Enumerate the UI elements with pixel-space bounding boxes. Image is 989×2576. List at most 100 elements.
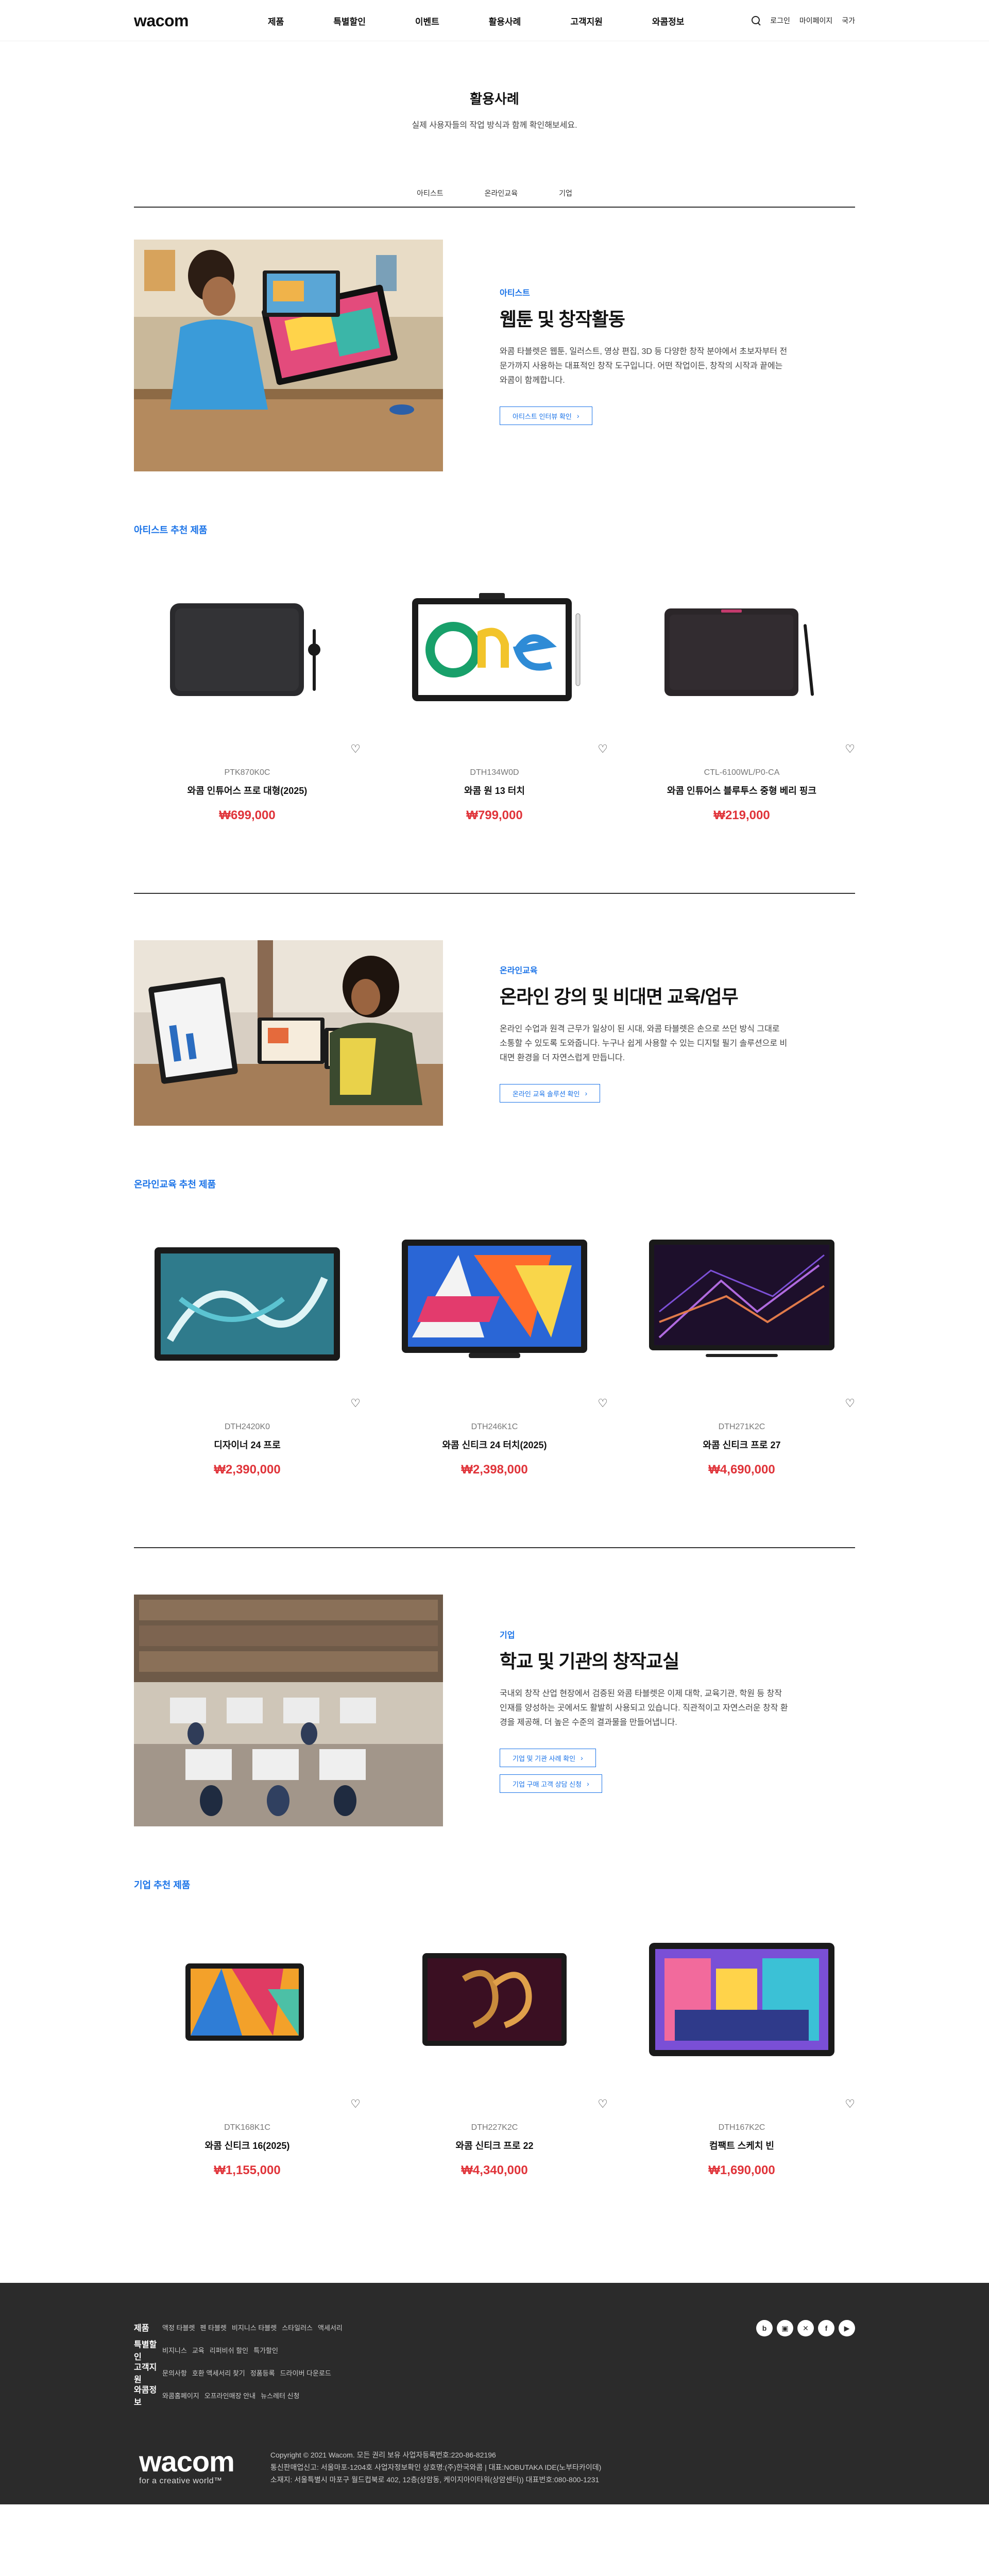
wishlist-heart-icon[interactable]: ♡ bbox=[598, 1397, 608, 1410]
nav-about[interactable]: 와콤정보 bbox=[652, 14, 685, 27]
product-name: 와콤 신티크 프로 27 bbox=[703, 1440, 781, 1450]
artist-interview-button[interactable]: 아티스트 인터뷰 확인 › bbox=[500, 406, 592, 425]
footer-link[interactable]: 오프라인매장 안내 bbox=[204, 2391, 255, 2400]
footer-link[interactable]: 비지니스 타블렛 bbox=[232, 2323, 277, 2332]
address-line: 소재지: 서울특별시 마포구 월드컵북로 402, 12층(상암동, 케이지아이… bbox=[270, 2476, 600, 2484]
product-card[interactable]: ♡ DTH246K1C 와콤 신티크 24 터치(2025) ₩2,398,00… bbox=[381, 1227, 608, 1477]
site-header: wacom 제품 특별할인 이벤트 활용사례 고객지원 와콤정보 로그인 마이페… bbox=[0, 0, 989, 41]
enterprise-case-button[interactable]: 기업 및 기관 사례 확인 › bbox=[500, 1749, 596, 1767]
search-icon[interactable] bbox=[752, 16, 761, 25]
online-education-solution-button[interactable]: 온라인 교육 솔루션 확인 › bbox=[500, 1084, 601, 1103]
product-price: ₩699,000 bbox=[219, 808, 276, 822]
footer-link[interactable]: 드라이버 다운로드 bbox=[280, 2368, 331, 2378]
footer-heading: 특별할인 bbox=[134, 2341, 157, 2362]
x-icon[interactable]: ✕ bbox=[797, 2320, 814, 2336]
wishlist-heart-icon[interactable]: ♡ bbox=[598, 2097, 608, 2111]
wishlist-heart-icon[interactable]: ♡ bbox=[845, 1397, 855, 1410]
footer-link[interactable]: 비지니스 bbox=[162, 2345, 187, 2355]
wacom-logo[interactable]: wacom bbox=[134, 11, 268, 30]
product-image bbox=[134, 1227, 361, 1371]
feature-title: 학교 및 기관의 창작교실 bbox=[500, 1651, 679, 1672]
login-link[interactable]: 로그인 bbox=[770, 15, 790, 26]
button-label: 기업 및 기관 사례 확인 bbox=[513, 1754, 576, 1762]
nav-support[interactable]: 고객지원 bbox=[570, 14, 603, 27]
footer-link[interactable]: 와콤홈페이지 bbox=[162, 2391, 199, 2400]
footer-link[interactable]: 액정 타블렛 bbox=[162, 2323, 195, 2332]
feature-title: 온라인 강의 및 비대면 교육/업무 bbox=[500, 986, 739, 1007]
product-price: ₩4,340,000 bbox=[461, 2163, 528, 2177]
feature-description: 와콤 타블렛은 웹툰, 일러스트, 영상 편집, 3D 등 다양한 창작 분야에… bbox=[500, 347, 788, 385]
footer-link[interactable]: 정품등록 bbox=[250, 2368, 275, 2378]
social-links: b ▣ ✕ f ▶ bbox=[756, 2320, 855, 2336]
footer-logo[interactable]: wacom bbox=[139, 2447, 235, 2476]
product-card[interactable]: ♡ DTH167K2C 컴팩트 스케치 빈 ₩1,690,000 bbox=[628, 1927, 855, 2178]
tab-artist[interactable]: 아티스트 bbox=[417, 188, 444, 198]
enterprise-products: ♡ DTK168K1C 와콤 신티크 16(2025) ₩1,155,000 ♡… bbox=[134, 1927, 855, 2178]
footer-links: 제품 액정 타블렛 펜 타블렛 비지니스 타블렛 스타일러스 액세서리 특별할인… bbox=[134, 2322, 348, 2413]
footer-brand: wacom for a creative world™ bbox=[139, 2447, 235, 2486]
product-image bbox=[134, 1927, 361, 2072]
tab-online-education[interactable]: 온라인교육 bbox=[485, 188, 518, 198]
wishlist-heart-icon[interactable]: ♡ bbox=[350, 1397, 361, 1410]
footer-heading: 제품 bbox=[134, 2324, 149, 2333]
enterprise-recommend-title: 기업 추천 제품 bbox=[134, 1880, 191, 1890]
footer-link[interactable]: 스타일러스 bbox=[282, 2323, 313, 2332]
product-code: DTK168K1C bbox=[224, 2123, 270, 2132]
button-label: 아티스트 인터뷰 확인 bbox=[513, 412, 572, 420]
wishlist-heart-icon[interactable]: ♡ bbox=[845, 2097, 855, 2111]
artist-products: ♡ PTK870K0C 와콤 인튜어스 프로 대형(2025) ₩699,000… bbox=[134, 572, 855, 823]
product-name: 컴팩트 스케치 빈 bbox=[709, 2141, 774, 2151]
product-code: CTL-6100WL/P0-CA bbox=[704, 768, 780, 777]
footer-row-about: 와콤정보 와콤홈페이지 오프라인매장 안내 뉴스레터 신청 bbox=[134, 2386, 348, 2407]
product-code: DTH2420K0 bbox=[224, 1422, 270, 1431]
nav-special-discount[interactable]: 특별할인 bbox=[333, 14, 366, 27]
product-card[interactable]: ♡ DTH271K2C 와콤 신티크 프로 27 ₩4,690,000 bbox=[628, 1227, 855, 1477]
product-image bbox=[628, 572, 855, 717]
footer-link[interactable]: 펜 타블렛 bbox=[200, 2323, 226, 2332]
footer-link[interactable]: 교육 bbox=[192, 2345, 204, 2355]
country-link[interactable]: 국가 bbox=[842, 15, 855, 26]
footer-link[interactable]: 리퍼비쉬 할인 bbox=[210, 2345, 248, 2355]
site-footer: 제품 액정 타블렛 펜 타블렛 비지니스 타블렛 스타일러스 액세서리 특별할인… bbox=[0, 2283, 989, 2504]
footer-link[interactable]: 뉴스레터 신청 bbox=[261, 2391, 299, 2400]
product-card[interactable]: ♡ PTK870K0C 와콤 인튜어스 프로 대형(2025) ₩699,000 bbox=[134, 572, 361, 823]
wishlist-heart-icon[interactable]: ♡ bbox=[845, 742, 855, 756]
blog-icon[interactable]: b bbox=[756, 2320, 773, 2336]
facebook-icon[interactable]: f bbox=[818, 2320, 834, 2336]
product-code: DTH246K1C bbox=[471, 1422, 518, 1431]
product-image bbox=[381, 1227, 608, 1371]
footer-link[interactable]: 특가할인 bbox=[253, 2345, 278, 2355]
enterprise-consult-button[interactable]: 기업 구매 고객 상담 신청 › bbox=[500, 1774, 602, 1793]
product-card[interactable]: ♡ DTH134W0D 와콤 원 13 터치 ₩799,000 bbox=[381, 572, 608, 823]
nav-products[interactable]: 제품 bbox=[268, 14, 284, 27]
youtube-icon[interactable]: ▶ bbox=[839, 2320, 855, 2336]
main-nav: 제품 특별할인 이벤트 활용사례 고객지원 와콤정보 bbox=[268, 0, 734, 41]
artist-feature-image bbox=[134, 240, 443, 471]
product-code: DTH227K2C bbox=[471, 2123, 518, 2132]
product-card[interactable]: ♡ DTH227K2C 와콤 신티크 프로 22 ₩4,340,000 bbox=[381, 1927, 608, 2178]
product-price: ₩1,690,000 bbox=[708, 2163, 775, 2177]
mypage-link[interactable]: 마이페이지 bbox=[799, 15, 832, 26]
product-card[interactable]: ♡ CTL-6100WL/P0-CA 와콤 인튜어스 블루투스 중형 베리 핑크… bbox=[628, 572, 855, 823]
utility-menu: 로그인 마이페이지 국가 bbox=[752, 0, 855, 41]
product-name: 와콤 인튜어스 블루투스 중형 베리 핑크 bbox=[667, 786, 816, 796]
main-content: 아티스트 웹툰 및 창작활동 와콤 타블렛은 웹툰, 일러스트, 영상 편집, … bbox=[134, 240, 855, 2178]
product-name: 와콤 인튜어스 프로 대형(2025) bbox=[187, 786, 308, 796]
footer-link[interactable]: 호환 액세서리 찾기 bbox=[192, 2368, 245, 2378]
instagram-icon[interactable]: ▣ bbox=[777, 2320, 793, 2336]
business-info-line: 통신판매업신고: 서울마포-1204호 사업자정보확인 상호명:(주)한국와콤 … bbox=[270, 2463, 602, 2471]
tab-enterprise[interactable]: 기업 bbox=[559, 188, 572, 198]
button-label: 온라인 교육 솔루션 확인 bbox=[513, 1090, 580, 1098]
nav-events[interactable]: 이벤트 bbox=[415, 14, 439, 27]
wishlist-heart-icon[interactable]: ♡ bbox=[598, 742, 608, 756]
feature-category: 아티스트 bbox=[500, 289, 530, 298]
product-code: DTH134W0D bbox=[470, 768, 519, 777]
product-card[interactable]: ♡ DTK168K1C 와콤 신티크 16(2025) ₩1,155,000 bbox=[134, 1927, 361, 2178]
product-image bbox=[134, 572, 361, 717]
nav-use-cases[interactable]: 활용사례 bbox=[489, 14, 521, 27]
wishlist-heart-icon[interactable]: ♡ bbox=[350, 742, 361, 756]
product-card[interactable]: ♡ DTH2420K0 디자이너 24 프로 ₩2,390,000 bbox=[134, 1227, 361, 1477]
footer-link[interactable]: 액세서리 bbox=[318, 2323, 343, 2332]
wishlist-heart-icon[interactable]: ♡ bbox=[350, 2097, 361, 2111]
footer-link[interactable]: 문의사항 bbox=[162, 2368, 187, 2378]
